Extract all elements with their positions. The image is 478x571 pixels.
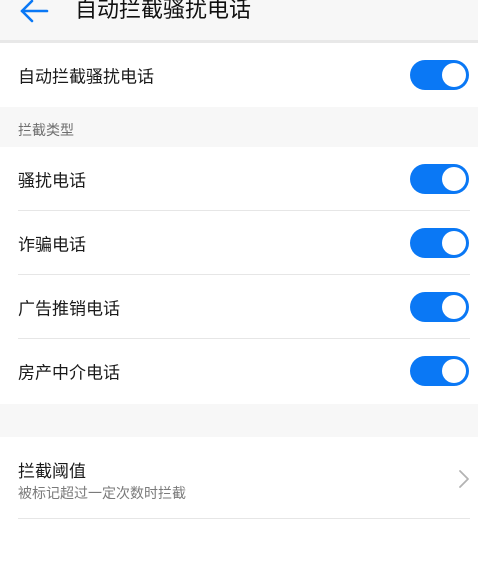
block-type-label: 广告推销电话 xyxy=(18,299,120,320)
toggle-knob xyxy=(442,295,466,319)
toggle-knob xyxy=(442,231,466,255)
block-type-card: 骚扰电话 诈骗电话 广告推销电话 房产中介电话 xyxy=(0,147,478,404)
block-type-label: 骚扰电话 xyxy=(18,171,86,192)
block-type-row-real-estate: 房产中介电话 xyxy=(0,339,478,403)
auto-block-toggle[interactable] xyxy=(410,60,469,90)
advertising-toggle[interactable] xyxy=(410,292,469,322)
block-type-label: 房产中介电话 xyxy=(18,363,120,384)
threshold-card: 拦截阈值 被标记超过一定次数时拦截 xyxy=(0,437,478,571)
chevron-right-icon xyxy=(459,470,469,488)
arrow-left-icon[interactable] xyxy=(18,0,50,25)
page-title: 自动拦截骚扰电话 xyxy=(75,0,252,23)
auto-block-row: 自动拦截骚扰电话 xyxy=(0,43,478,107)
toggle-knob xyxy=(442,63,466,87)
threshold-title: 拦截阈值 xyxy=(18,462,86,482)
block-threshold-item[interactable]: 拦截阈值 被标记超过一定次数时拦截 xyxy=(0,437,478,519)
block-type-row-harassment: 骚扰电话 xyxy=(0,147,478,211)
row-divider xyxy=(18,518,470,519)
real-estate-toggle[interactable] xyxy=(410,356,469,386)
block-type-label: 诈骗电话 xyxy=(18,235,86,256)
app-header: 自动拦截骚扰电话 xyxy=(0,0,478,40)
toggle-knob xyxy=(442,167,466,191)
block-type-row-fraud: 诈骗电话 xyxy=(0,211,478,275)
fraud-toggle[interactable] xyxy=(410,228,469,258)
block-settings-page: 自动拦截骚扰电话 自动拦截骚扰电话 拦截类型 骚扰电话 诈骗电话 广告推销电话 … xyxy=(0,0,478,571)
toggle-knob xyxy=(442,359,466,383)
auto-block-card: 自动拦截骚扰电话 xyxy=(0,43,478,107)
threshold-subtitle: 被标记超过一定次数时拦截 xyxy=(18,486,186,502)
block-type-section-header: 拦截类型 xyxy=(18,123,74,139)
auto-block-label: 自动拦截骚扰电话 xyxy=(18,67,154,88)
block-type-row-advertising: 广告推销电话 xyxy=(0,275,478,339)
harassment-toggle[interactable] xyxy=(410,164,469,194)
